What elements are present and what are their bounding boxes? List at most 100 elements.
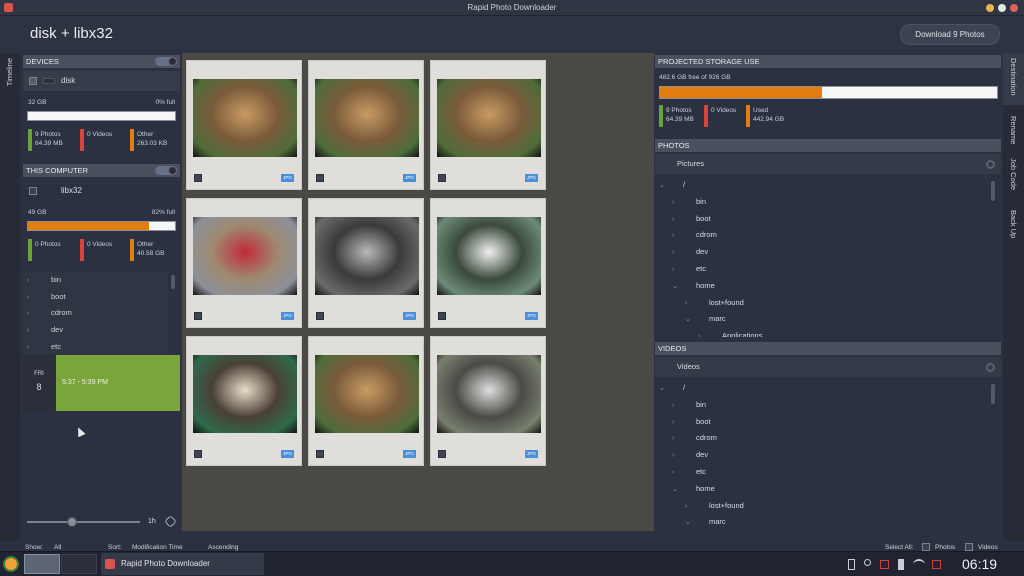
chevron-right-icon[interactable]: ›: [672, 212, 690, 228]
photo-checkbox[interactable]: [194, 450, 202, 458]
device-checkbox[interactable]: [29, 77, 37, 85]
select-all-photos-checkbox[interactable]: [922, 543, 930, 551]
photo-thumbnail[interactable]: JPG: [186, 60, 302, 190]
tree-item[interactable]: › etc: [27, 339, 167, 355]
computer-checkbox[interactable]: [29, 187, 37, 195]
photo-checkbox[interactable]: [316, 174, 324, 182]
videos-tree-scrollbar[interactable]: [991, 384, 995, 404]
close-icon[interactable]: [1010, 4, 1018, 12]
tab-timeline[interactable]: Timeline: [5, 58, 14, 86]
photo-checkbox[interactable]: [438, 312, 446, 320]
chevron-down-icon[interactable]: ⌄: [685, 312, 703, 328]
photo-thumbnail[interactable]: JPG: [308, 336, 424, 466]
chevron-right-icon[interactable]: ›: [27, 273, 37, 290]
chevron-right-icon[interactable]: ›: [672, 448, 690, 464]
tab-rename[interactable]: Rename: [1009, 116, 1018, 144]
photo-checkbox[interactable]: [438, 174, 446, 182]
chevron-right-icon[interactable]: ›: [672, 431, 690, 447]
tree-item[interactable]: ⌄ /: [659, 380, 685, 396]
chevron-right-icon[interactable]: ›: [685, 296, 703, 312]
chevron-right-icon[interactable]: ›: [672, 415, 690, 431]
photo-checkbox[interactable]: [438, 450, 446, 458]
tree-item[interactable]: ⌄ marc: [685, 311, 726, 327]
chevron-down-icon[interactable]: ⌄: [685, 515, 703, 530]
chevron-right-icon[interactable]: ›: [27, 340, 37, 355]
photo-thumbnail[interactable]: JPG: [430, 60, 546, 190]
tree-item[interactable]: › boot: [672, 211, 711, 227]
timeline-scale-track[interactable]: [27, 521, 140, 523]
tree-item[interactable]: › boot: [672, 414, 711, 430]
device-row-disk[interactable]: disk: [23, 71, 180, 91]
photo-thumbnail[interactable]: JPG: [308, 198, 424, 328]
tray-bulb-icon[interactable]: [864, 559, 871, 566]
tree-item[interactable]: › cdrom: [27, 305, 167, 322]
tab-destination[interactable]: Destination: [1009, 58, 1018, 96]
photo-thumbnail[interactable]: JPG: [308, 60, 424, 190]
tree-item[interactable]: ⌄ /: [659, 177, 685, 193]
launcher-icon[interactable]: [3, 556, 19, 572]
chevron-right-icon[interactable]: ›: [698, 329, 716, 337]
tree-item[interactable]: › boot: [27, 289, 167, 306]
chevron-right-icon[interactable]: ›: [672, 465, 690, 481]
taskbar-app[interactable]: Rapid Photo Downloader: [101, 553, 264, 575]
chevron-right-icon[interactable]: ›: [672, 398, 690, 414]
chevron-right-icon[interactable]: ›: [672, 262, 690, 278]
tray-battery-icon[interactable]: [848, 559, 855, 570]
tree-item[interactable]: › etc: [672, 464, 706, 480]
sort-select[interactable]: Modification Time: [132, 544, 183, 551]
tree-item[interactable]: › lost+found: [685, 295, 744, 311]
timeline-day[interactable]: FRI 8: [23, 355, 55, 411]
pager-desktop-1[interactable]: [24, 554, 60, 574]
photos-folder-bar[interactable]: Pictures: [655, 154, 1001, 174]
chevron-right-icon[interactable]: ›: [672, 228, 690, 244]
computer-row-libx32[interactable]: libx32: [23, 181, 180, 201]
tree-item[interactable]: › lost+found: [685, 498, 744, 514]
tree-item[interactable]: › cdrom: [672, 227, 717, 243]
tray-usb-icon[interactable]: [898, 559, 904, 570]
tree-item[interactable]: › Applications: [698, 328, 762, 337]
tray-mute-icon[interactable]: [880, 560, 889, 569]
chevron-right-icon[interactable]: ›: [27, 306, 37, 323]
tree-scrollbar[interactable]: [171, 275, 175, 289]
tree-item[interactable]: › dev: [672, 447, 708, 463]
tray-volume-icon[interactable]: [932, 560, 941, 569]
chevron-down-icon[interactable]: ⌄: [672, 482, 690, 498]
timeline-scale-slider[interactable]: [67, 517, 77, 527]
photo-thumbnail[interactable]: JPG: [186, 198, 302, 328]
photo-thumbnail[interactable]: JPG: [430, 198, 546, 328]
photo-checkbox[interactable]: [194, 174, 202, 182]
photo-thumbnail[interactable]: JPG: [430, 336, 546, 466]
pager-desktop-2[interactable]: [61, 554, 97, 574]
order-select[interactable]: Ascending: [208, 544, 238, 551]
chevron-down-icon[interactable]: ⌄: [672, 279, 690, 295]
photo-checkbox[interactable]: [316, 450, 324, 458]
tree-item[interactable]: › bin: [27, 272, 167, 289]
chevron-down-icon[interactable]: ⌄: [659, 381, 677, 397]
tab-back-up[interactable]: Back Up: [1009, 210, 1018, 238]
minimize-icon[interactable]: [986, 4, 994, 12]
tree-item[interactable]: › bin: [672, 194, 706, 210]
chevron-right-icon[interactable]: ›: [27, 323, 37, 340]
chevron-right-icon[interactable]: ›: [685, 499, 703, 515]
chevron-right-icon[interactable]: ›: [27, 290, 37, 307]
photo-checkbox[interactable]: [194, 312, 202, 320]
tab-job-code[interactable]: Job Code: [1009, 158, 1018, 190]
tree-item[interactable]: › dev: [27, 322, 167, 339]
chevron-down-icon[interactable]: ⌄: [659, 178, 677, 194]
tree-item[interactable]: › etc: [672, 261, 706, 277]
photo-checkbox[interactable]: [316, 312, 324, 320]
chevron-right-icon[interactable]: ›: [672, 195, 690, 211]
show-select[interactable]: All: [54, 544, 61, 551]
tree-item[interactable]: ⌄ marc: [685, 514, 726, 530]
link-icon[interactable]: [164, 515, 177, 528]
tree-item[interactable]: › dev: [672, 244, 708, 260]
photo-thumbnail[interactable]: JPG: [186, 336, 302, 466]
gear-icon[interactable]: [986, 160, 995, 169]
tree-item[interactable]: › bin: [672, 397, 706, 413]
timeline-range[interactable]: 5:37 - 5:39 PM: [56, 355, 180, 411]
tree-item[interactable]: › cdrom: [672, 430, 717, 446]
videos-folder-bar[interactable]: Videos: [655, 357, 1001, 377]
tree-item[interactable]: ⌄ home: [672, 481, 715, 497]
download-button[interactable]: Download 9 Photos: [900, 24, 1000, 45]
tree-item[interactable]: ⌄ home: [672, 278, 715, 294]
